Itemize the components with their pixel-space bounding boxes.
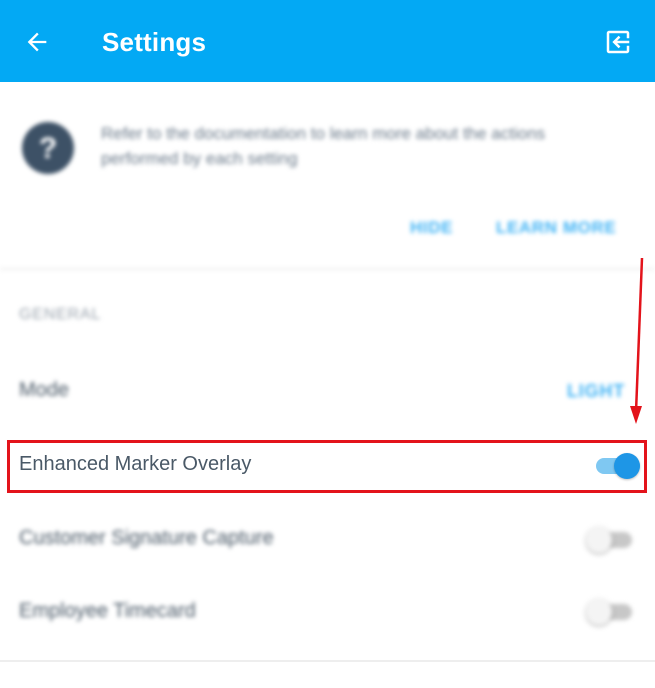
section-label-general: GENERAL — [19, 306, 102, 323]
hide-button[interactable]: HIDE — [410, 218, 453, 238]
customer-signature-capture-toggle[interactable] — [586, 527, 632, 553]
back-button[interactable] — [20, 25, 54, 59]
employee-timecard-toggle[interactable] — [586, 599, 632, 625]
page-title: Settings — [102, 27, 207, 57]
arrow-left-icon — [27, 32, 47, 52]
help-circle-icon: ? — [22, 122, 74, 174]
employee-timecard-label: Employee Timecard — [19, 600, 196, 622]
logout-button[interactable] — [601, 25, 635, 59]
svg-text:?: ? — [39, 132, 57, 165]
toggle-thumb — [586, 527, 612, 553]
help-text: Refer to the documentation to learn more… — [101, 124, 546, 168]
customer-signature-capture-label: Customer Signature Capture — [19, 527, 274, 549]
help-card: ? Refer to the documentation to learn mo… — [0, 82, 655, 270]
learn-more-button[interactable]: LEARN MORE — [496, 218, 616, 238]
bottom-divider — [0, 660, 655, 662]
annotation-highlight-box — [7, 440, 647, 493]
toggle-thumb — [586, 599, 612, 625]
logout-icon — [606, 30, 630, 54]
mode-label: Mode — [19, 379, 70, 401]
app-bar: Settings — [0, 0, 655, 82]
mode-value-button[interactable]: LIGHT — [567, 381, 625, 402]
